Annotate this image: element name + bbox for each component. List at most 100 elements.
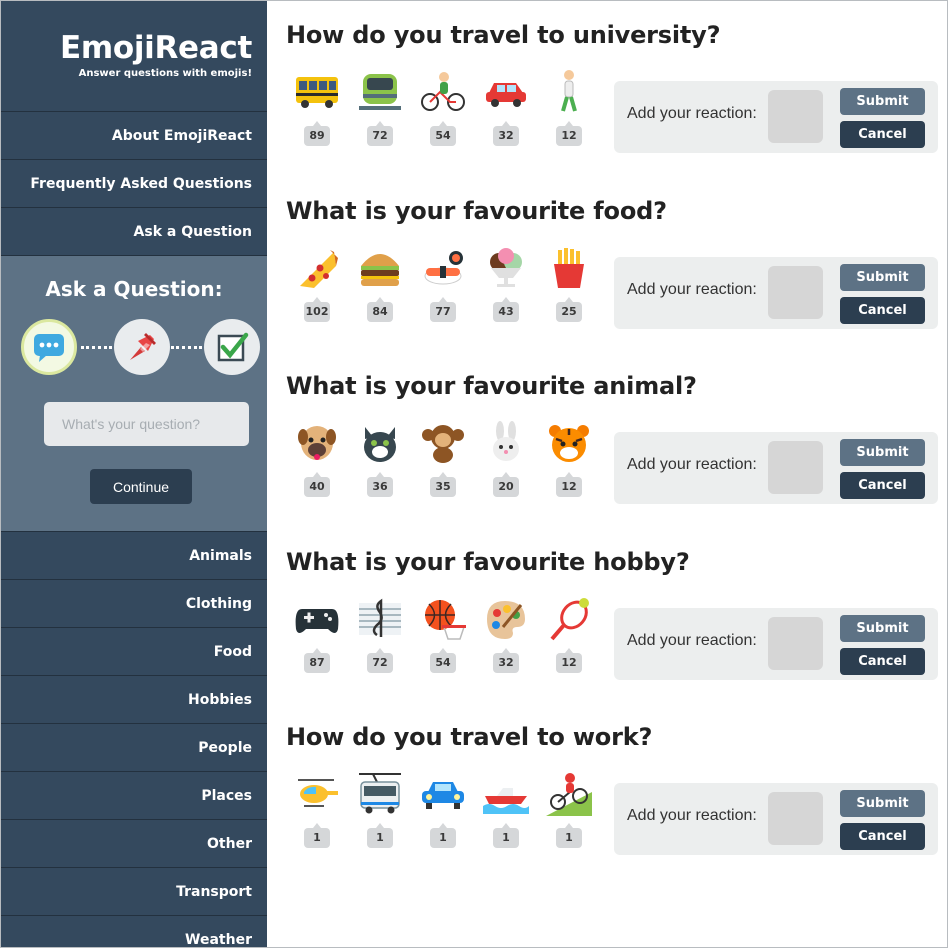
- reaction-count: 77: [430, 297, 456, 322]
- reaction-label: Add your reaction:: [627, 456, 757, 473]
- category-weather[interactable]: Weather: [1, 916, 267, 947]
- reaction-drop-slot[interactable]: [768, 266, 823, 319]
- submit-button[interactable]: Submit: [840, 439, 925, 466]
- ask-panel-title: Ask a Question:: [45, 277, 223, 301]
- reaction-panel: Add your reaction: Submit Cancel: [614, 81, 938, 153]
- rabbit-icon: [483, 419, 529, 467]
- reaction-count: 40: [304, 472, 330, 497]
- question-title: How do you travel to university?: [286, 21, 721, 49]
- cancel-button[interactable]: Cancel: [840, 472, 925, 499]
- helicopter-icon: [294, 770, 340, 818]
- tiger-icon: [546, 419, 592, 467]
- question-card: What is your favourite food? 102 84 77 4…: [267, 177, 947, 347]
- nav-about[interactable]: About EmojiReact: [1, 112, 267, 160]
- category-hobbies[interactable]: Hobbies: [1, 676, 267, 724]
- cancel-button[interactable]: Cancel: [840, 823, 925, 850]
- sidebar: EmojiReact Answer questions with emojis!…: [1, 1, 267, 947]
- brand-header: EmojiReact Answer questions with emojis!: [1, 1, 267, 112]
- reaction-drop-slot[interactable]: [768, 441, 823, 494]
- speedboat-icon: [483, 770, 529, 818]
- reaction-drop-slot[interactable]: [768, 90, 823, 143]
- fries-icon: [546, 244, 592, 292]
- emoji-option[interactable]: 72: [355, 595, 405, 681]
- tram-icon: [357, 68, 403, 116]
- reaction-count: 84: [367, 297, 393, 322]
- emoji-option[interactable]: 54: [418, 595, 468, 681]
- car-icon: [483, 68, 529, 116]
- cancel-button[interactable]: Cancel: [840, 648, 925, 675]
- emoji-option[interactable]: 89: [292, 68, 342, 154]
- category-transport[interactable]: Transport: [1, 868, 267, 916]
- reaction-label: Add your reaction:: [627, 632, 757, 649]
- continue-button[interactable]: Continue: [90, 469, 192, 504]
- category-places[interactable]: Places: [1, 772, 267, 820]
- emoji-option[interactable]: 54: [418, 68, 468, 154]
- reaction-count: 32: [493, 121, 519, 146]
- emoji-option[interactable]: 1: [292, 770, 342, 856]
- reaction-count: 36: [367, 472, 393, 497]
- emoji-option[interactable]: 77: [418, 244, 468, 330]
- bus-icon: [294, 68, 340, 116]
- emoji-option[interactable]: 1: [481, 770, 531, 856]
- reaction-count: 20: [493, 472, 519, 497]
- reaction-count: 1: [430, 823, 456, 848]
- category-people[interactable]: People: [1, 724, 267, 772]
- emoji-option[interactable]: 1: [544, 770, 594, 856]
- pizza-icon: [294, 244, 340, 292]
- basketball-icon: [420, 595, 466, 643]
- emoji-option[interactable]: 102: [292, 244, 342, 330]
- emoji-option[interactable]: 40: [292, 419, 342, 505]
- reaction-count: 54: [430, 648, 456, 673]
- reaction-count: 72: [367, 121, 393, 146]
- reaction-panel: Add your reaction: Submit Cancel: [614, 783, 938, 855]
- reaction-drop-slot[interactable]: [768, 792, 823, 845]
- emoji-option[interactable]: 43: [481, 244, 531, 330]
- nav-faq[interactable]: Frequently Asked Questions: [1, 160, 267, 208]
- step-connector: [81, 346, 112, 349]
- reaction-drop-slot[interactable]: [768, 617, 823, 670]
- question-title: How do you travel to work?: [286, 723, 653, 751]
- walking-icon: [546, 68, 592, 116]
- question-title: What is your favourite hobby?: [286, 548, 690, 576]
- emoji-option[interactable]: 72: [355, 68, 405, 154]
- emoji-option[interactable]: 20: [481, 419, 531, 505]
- emoji-option[interactable]: 36: [355, 419, 405, 505]
- app-tagline: Answer questions with emojis!: [78, 68, 252, 79]
- category-other[interactable]: Other: [1, 820, 267, 868]
- emoji-option[interactable]: 25: [544, 244, 594, 330]
- emoji-option[interactable]: 84: [355, 244, 405, 330]
- reaction-count: 1: [556, 823, 582, 848]
- question-input[interactable]: [44, 402, 249, 446]
- cat-icon: [357, 419, 403, 467]
- emoji-option[interactable]: 32: [481, 68, 531, 154]
- emoji-option[interactable]: 12: [544, 595, 594, 681]
- emoji-option[interactable]: 12: [544, 68, 594, 154]
- submit-button[interactable]: Submit: [840, 88, 925, 115]
- category-clothing[interactable]: Clothing: [1, 580, 267, 628]
- emoji-option[interactable]: 12: [544, 419, 594, 505]
- submit-button[interactable]: Submit: [840, 790, 925, 817]
- emoji-option[interactable]: 1: [418, 770, 468, 856]
- question-title: What is your favourite food?: [286, 197, 667, 225]
- category-food[interactable]: Food: [1, 628, 267, 676]
- emoji-option[interactable]: 87: [292, 595, 342, 681]
- cancel-button[interactable]: Cancel: [840, 121, 925, 148]
- reaction-count: 1: [304, 823, 330, 848]
- nav-ask-question[interactable]: Ask a Question: [1, 208, 267, 256]
- monkey-icon: [420, 419, 466, 467]
- mountain-bike-icon: [546, 770, 592, 818]
- question-card: How do you travel to university? 89 72 5…: [267, 1, 947, 171]
- reaction-label: Add your reaction:: [627, 281, 757, 298]
- submit-button[interactable]: Submit: [840, 264, 925, 291]
- reaction-panel: Add your reaction: Submit Cancel: [614, 257, 938, 329]
- emoji-option[interactable]: 35: [418, 419, 468, 505]
- emoji-option[interactable]: 32: [481, 595, 531, 681]
- cancel-button[interactable]: Cancel: [840, 297, 925, 324]
- reaction-count: 12: [556, 648, 582, 673]
- category-animals[interactable]: Animals: [1, 532, 267, 580]
- submit-button[interactable]: Submit: [840, 615, 925, 642]
- emoji-option[interactable]: 1: [355, 770, 405, 856]
- app-logo-title[interactable]: EmojiReact: [1, 29, 252, 67]
- question-title: What is your favourite animal?: [286, 372, 697, 400]
- reaction-count: 72: [367, 648, 393, 673]
